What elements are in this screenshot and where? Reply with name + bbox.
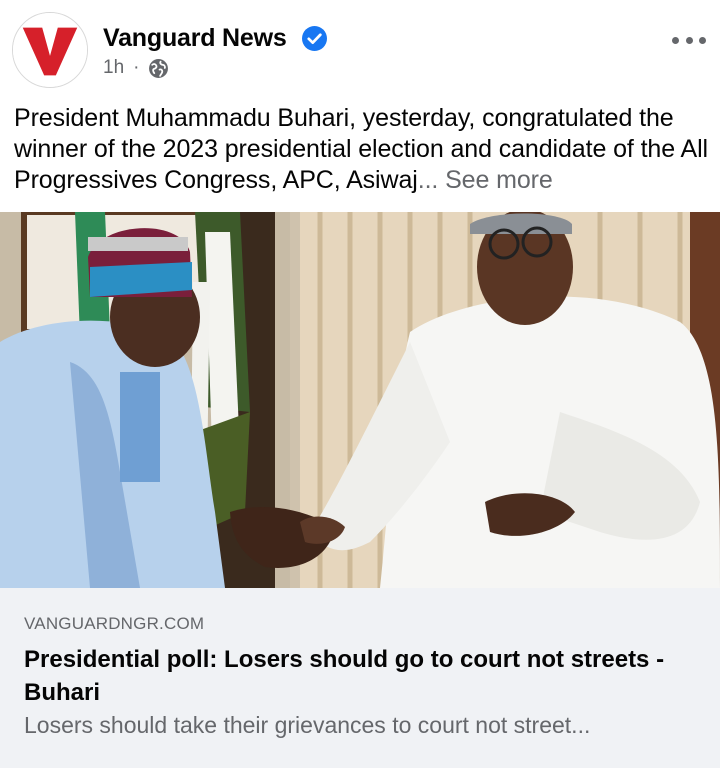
handshake-photo (0, 212, 720, 588)
post-meta: 1h · (103, 56, 169, 80)
post-time[interactable]: 1h (103, 57, 124, 79)
more-dot-icon (685, 36, 693, 44)
meta-separator: · (133, 57, 140, 78)
see-more-link[interactable]: ... See more (418, 166, 553, 194)
more-dot-icon (699, 36, 706, 44)
page-name[interactable]: Vanguard News (103, 24, 287, 53)
caption-text: President Muhammadu Buhari, yesterday, c… (14, 104, 708, 194)
link-domain: VANGUARDNGR.COM (24, 614, 205, 633)
link-preview-card[interactable]: VANGUARDNGR.COM Presidential poll: Loser… (0, 588, 720, 768)
post-caption: President Muhammadu Buhari, yesterday, c… (14, 103, 709, 196)
link-title[interactable]: Presidential poll: Losers should go to c… (24, 643, 704, 709)
page-avatar[interactable] (12, 12, 88, 88)
post-photo[interactable] (0, 212, 720, 588)
verified-badge-icon (302, 26, 327, 51)
globe-icon (149, 58, 169, 78)
post-header: Vanguard News 1h · (0, 0, 720, 100)
more-options-button[interactable] (672, 30, 706, 50)
link-description: Losers should take their grievances to c… (24, 712, 591, 738)
more-dot-icon (672, 36, 679, 44)
vanguard-logo-icon (13, 13, 87, 87)
